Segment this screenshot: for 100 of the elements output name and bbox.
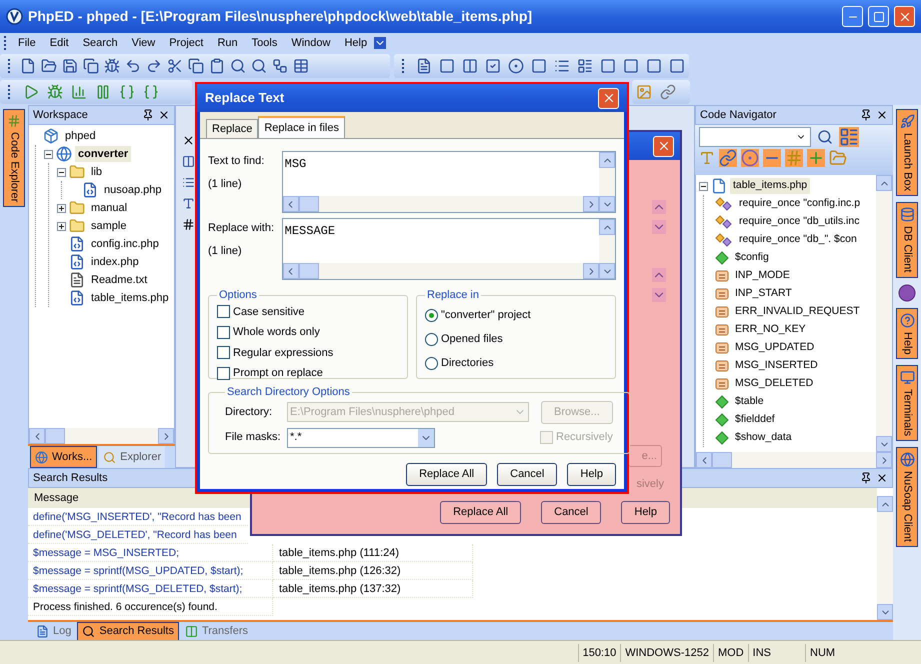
layout-list-icon[interactable] [577,58,593,74]
tree-item[interactable]: table_items.php [730,178,810,194]
tree-item[interactable]: $show_data [732,430,795,446]
tree-item[interactable]: MSG_DELETED [732,376,816,392]
radio-button[interactable] [425,357,438,370]
find-icon[interactable] [230,58,246,74]
panel-tab[interactable]: Transfers [180,622,252,640]
tree-item[interactable]: index.php [88,254,142,270]
tree-item[interactable]: INP_MODE [732,268,793,284]
tree-item[interactable]: lib [88,164,106,180]
menu-item[interactable]: Window [284,34,338,52]
tree-item[interactable]: phped [62,128,99,144]
dialog-button[interactable]: Help [621,501,670,524]
document-icon[interactable] [416,58,432,74]
expand-icon[interactable] [57,204,66,212]
pin-icon[interactable] [860,109,872,121]
undo-icon[interactable] [125,58,141,74]
toolbar-overflow-icon[interactable] [374,37,386,49]
close-icon[interactable] [158,109,170,121]
checkbox[interactable] [217,346,230,360]
tree-item[interactable]: manual [88,200,130,216]
scroll-thumb[interactable] [712,452,732,468]
radio-button[interactable] [425,333,438,346]
dock-tab[interactable]: Code Explorer [3,109,25,208]
scroll-thumb[interactable] [298,263,319,279]
scroll-thumb[interactable] [45,428,65,444]
collapse-icon[interactable] [44,150,53,158]
new-file-icon[interactable] [20,58,36,74]
debug-icon[interactable] [104,58,120,74]
vertical-scrollbar[interactable] [877,496,893,620]
pause-icon[interactable] [95,84,111,100]
menu-item[interactable]: Tools [244,34,284,52]
chart-icon[interactable] [71,84,87,100]
menu-item[interactable]: Project [162,34,210,52]
menu-item[interactable]: Help [337,34,374,52]
menu-item[interactable]: Search [76,34,125,52]
collapse-icon[interactable] [699,182,708,190]
close-button[interactable] [653,136,674,156]
close-button[interactable] [894,6,915,27]
dock-tab[interactable]: DB Client [896,202,918,278]
vertical-scrollbar[interactable] [876,175,892,452]
tree-item[interactable]: config.inc.php [88,236,162,252]
checkbox[interactable] [217,305,230,318]
tree-item[interactable]: MSG_INSERTED [732,358,821,374]
search-icon[interactable] [817,129,833,145]
list-icon[interactable] [554,58,570,74]
replace-field[interactable]: MESSAGE [282,218,616,280]
copy-icon[interactable] [188,58,204,74]
dialog-tab[interactable]: Replace [206,119,258,138]
result-message[interactable]: Process finished. 6 occurence(s) found. [28,598,273,616]
tree-item[interactable]: nusoap.php [101,182,164,198]
open-folder-icon[interactable] [41,58,57,74]
tree-item[interactable]: $config [732,250,772,266]
masks-combo[interactable]: *.* [287,428,435,448]
dock-tab[interactable]: Launch Box [896,109,918,196]
save-icon[interactable] [62,58,78,74]
menu-item[interactable]: Run [210,34,245,52]
tree-item[interactable]: Readme.txt [88,272,150,288]
dialog-tab[interactable]: Replace in files [258,116,345,138]
close-icon[interactable] [876,472,888,484]
dialog-button[interactable]: Cancel [541,501,602,524]
pin-icon[interactable] [860,472,872,484]
dock-tab[interactable]: NuSoap Client [896,447,918,548]
split-icon[interactable] [182,155,195,168]
redo-icon[interactable] [146,58,162,74]
scroll-down-icon[interactable] [652,220,666,234]
result-message[interactable]: define('MSG_DELETED', "Record has been [28,526,248,544]
scroll-thumb[interactable] [298,196,319,212]
dialog-button[interactable]: Replace All [440,501,522,524]
dialog-button[interactable]: Help [567,463,616,486]
maximize-button[interactable] [868,6,889,27]
horizontal-scrollbar[interactable] [282,196,599,212]
tree-item[interactable]: $table [732,394,767,410]
dock-tab[interactable]: Help [896,308,918,360]
panel-tab[interactable]: Log [32,622,76,640]
vertical-scrollbar[interactable] [599,152,615,212]
close-icon[interactable] [182,134,195,147]
minus-icon[interactable] [763,149,781,167]
dock-tab[interactable]: Terminals [896,365,918,442]
link-icon[interactable] [660,84,676,100]
vertical-scrollbar[interactable] [599,219,615,279]
dialog-button[interactable]: Replace All [406,463,488,486]
tree-item[interactable]: ERR_INVALID_REQUEST [732,304,863,320]
link-icon[interactable] [719,149,737,167]
tree-item[interactable]: sample [88,218,130,234]
result-message[interactable]: $message = sprintf(MSG_UPDATED, $start); [28,562,273,580]
tree-item[interactable]: MSG_UPDATED [732,340,818,356]
tree-item[interactable]: ERR_NO_KEY [732,322,809,338]
cut-icon[interactable] [167,58,183,74]
collapse-icon[interactable] [57,168,66,176]
scroll-up-icon[interactable] [652,268,666,282]
menu-item[interactable]: View [124,34,162,52]
horizontal-scrollbar[interactable] [282,263,599,279]
radio-icon[interactable] [508,58,524,74]
radio-button[interactable] [425,309,438,322]
minimize-button[interactable] [842,6,863,27]
tree-item[interactable]: $fielddef [732,412,778,428]
tree-item[interactable]: converter [75,146,132,162]
dialog-button[interactable]: Cancel [497,463,558,486]
hash-icon[interactable] [182,218,195,231]
